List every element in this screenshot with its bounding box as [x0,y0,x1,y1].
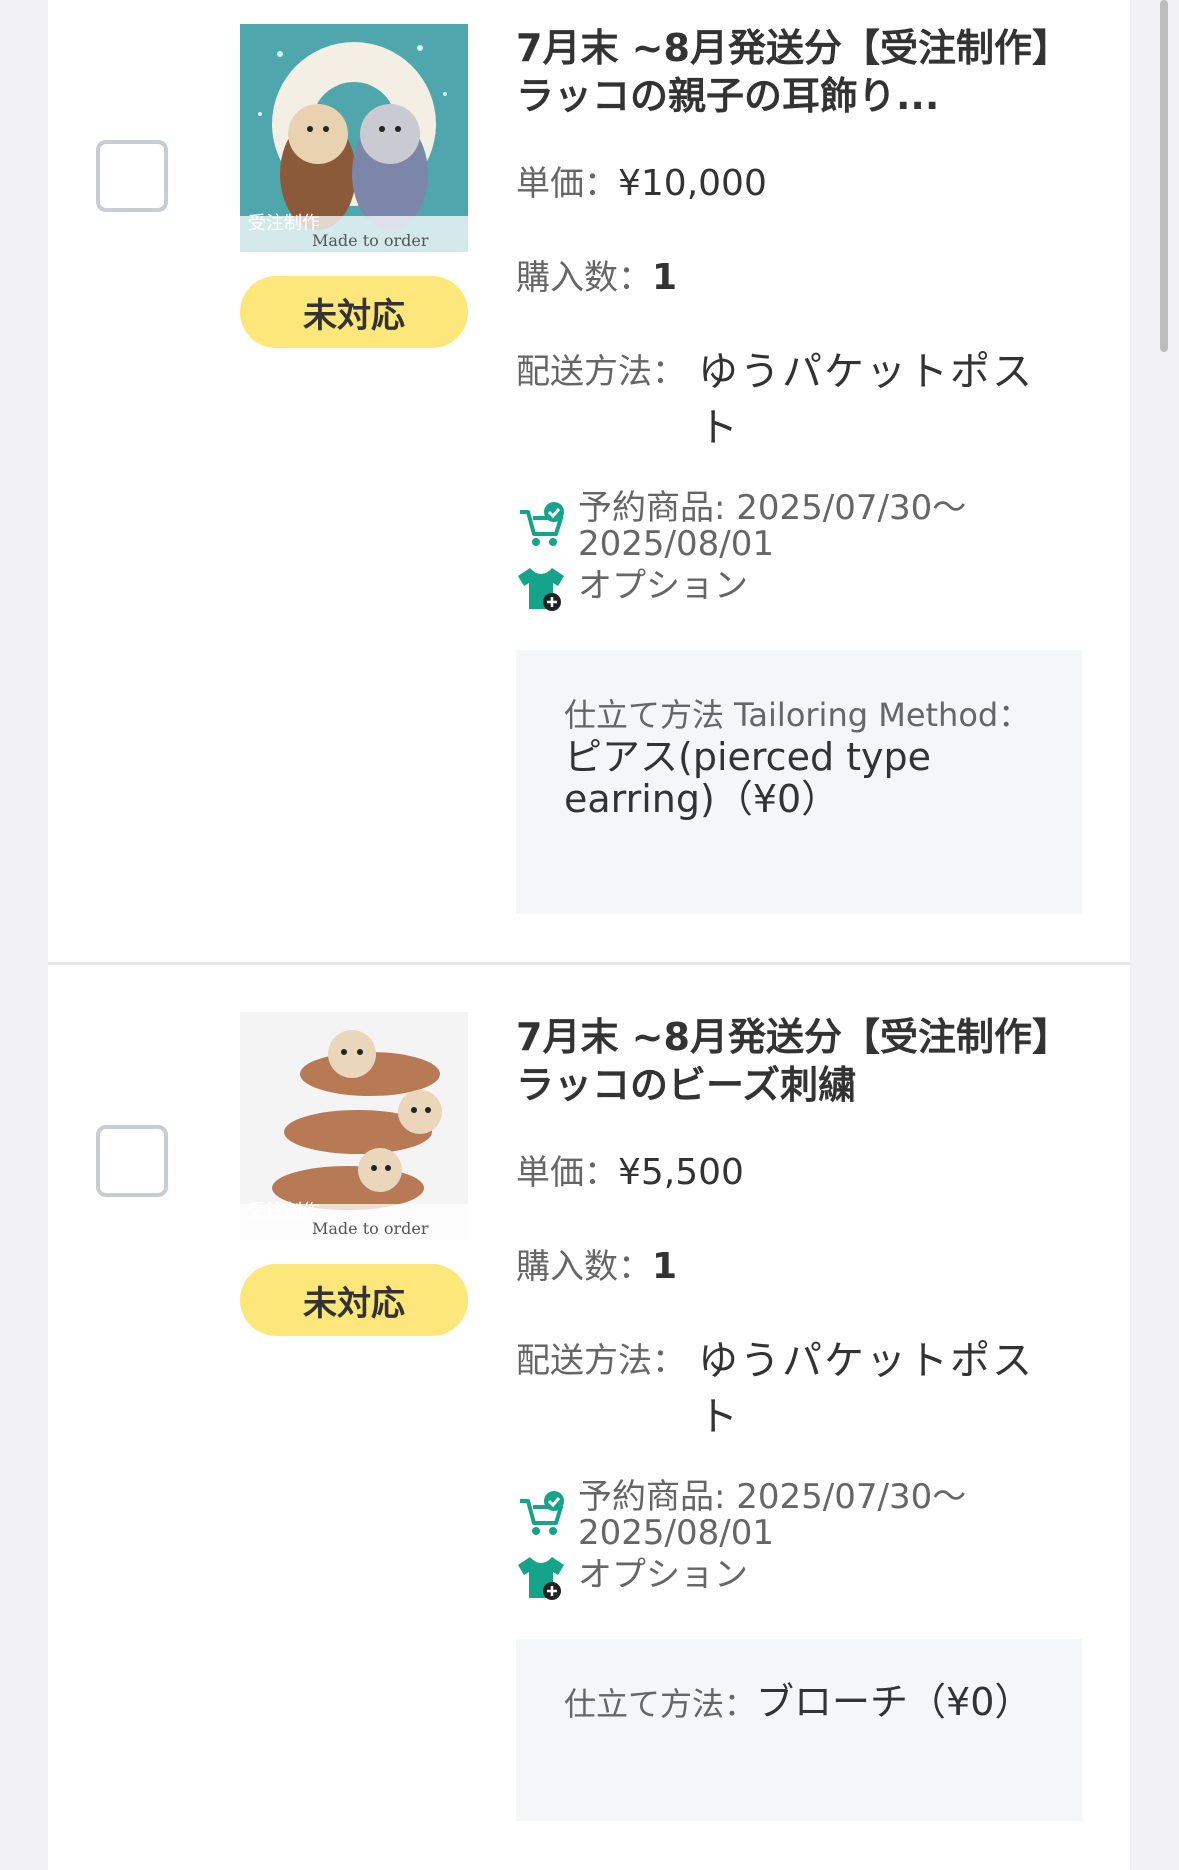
option-label: オプション [578,566,748,606]
shirt-plus-icon [518,1557,564,1600]
unit-price-row: 単価：¥5,500 [516,1145,1092,1201]
unit-price: ¥5,500 [618,1152,744,1193]
order-item: 受注制作 Made to order 未対応 7月末 ~8月発送分【受注制作】ラ… [48,965,1130,1870]
select-checkbox[interactable] [96,1125,168,1197]
shirt-plus-icon [518,568,564,611]
option-value: ブローチ（¥0） [756,1680,1033,1724]
option-line: オプション [516,564,1092,614]
thumb-caption-en: Made to order [312,1219,429,1238]
thumb-caption-en: Made to order [312,231,429,250]
order-details: 7月末 ~8月発送分【受注制作】ラッコのビーズ刺繍 単価：¥5,500 購入数：… [516,1013,1092,1821]
thumb-caption: 受注制作 [248,1201,320,1222]
product-thumbnail[interactable]: 受注制作 Made to order [240,24,468,252]
shipping-row: 配送方法： ゆうパケットポスト [516,1333,1092,1445]
quantity: 1 [652,257,678,298]
quantity-label: 購入数： [516,258,652,298]
product-title[interactable]: 7月末 ~8月発送分【受注制作】ラッコの親子の耳飾り... [516,24,1092,120]
shipping-method: ゆうパケットポスト [698,1338,1034,1440]
meta-info: 予約商品: 2025/07/30〜2025/08/01 オプション [516,490,1092,614]
quantity: 1 [652,1246,678,1287]
thumb-caption: 受注制作 [248,213,320,234]
unit-price-label: 単価： [516,164,618,204]
reservation-period: 予約商品: 2025/07/30〜2025/08/01 [578,488,967,564]
unit-price-label: 単価： [516,1153,618,1193]
option-label: オプション [578,1555,748,1595]
option-detail-box: 仕立て方法 Tailoring Method： ピアス(pierced type… [516,650,1082,914]
quantity-row: 購入数：1 [516,1239,1092,1295]
cart-check-icon [520,502,564,546]
status-badge: 未対応 [240,1264,468,1336]
option-key: 仕立て方法 Tailoring Method： [564,696,1031,734]
order-list-panel: 受注制作 Made to order 未対応 7月末 ~8月発送分【受注制作】ラ… [48,0,1130,1870]
product-title[interactable]: 7月末 ~8月発送分【受注制作】ラッコのビーズ刺繍 [516,1013,1092,1109]
reservation-period: 予約商品: 2025/07/30〜2025/08/01 [578,1477,967,1553]
option-line: オプション [516,1553,1092,1603]
cart-check-icon [520,1491,564,1535]
status-badge: 未対応 [240,276,468,348]
shipping-label: 配送方法： [516,352,686,392]
reservation-line: 予約商品: 2025/07/30〜2025/08/01 [516,490,1092,562]
quantity-row: 購入数：1 [516,250,1092,306]
shipping-method: ゆうパケットポスト [698,349,1034,451]
product-image: 受注制作 Made to order [240,24,468,252]
unit-price: ¥10,000 [618,163,767,204]
order-item: 受注制作 Made to order 未対応 7月末 ~8月発送分【受注制作】ラ… [48,0,1130,962]
scrollbar[interactable] [1160,0,1168,352]
option-detail-box: 仕立て方法：ブローチ（¥0） [516,1639,1082,1821]
order-details: 7月末 ~8月発送分【受注制作】ラッコの親子の耳飾り... 単価：¥10,000… [516,24,1092,914]
quantity-label: 購入数： [516,1247,652,1287]
product-thumbnail[interactable]: 受注制作 Made to order [240,1012,468,1240]
option-value: ピアス(pierced type earring)（¥0） [564,735,932,821]
shipping-row: 配送方法： ゆうパケットポスト [516,344,1092,456]
option-key: 仕立て方法： [564,1685,757,1723]
product-image: 受注制作 Made to order [240,1012,468,1240]
meta-info: 予約商品: 2025/07/30〜2025/08/01 オプション [516,1479,1092,1603]
shipping-label: 配送方法： [516,1341,686,1381]
reservation-line: 予約商品: 2025/07/30〜2025/08/01 [516,1479,1092,1551]
unit-price-row: 単価：¥10,000 [516,156,1092,212]
select-checkbox[interactable] [96,140,168,212]
